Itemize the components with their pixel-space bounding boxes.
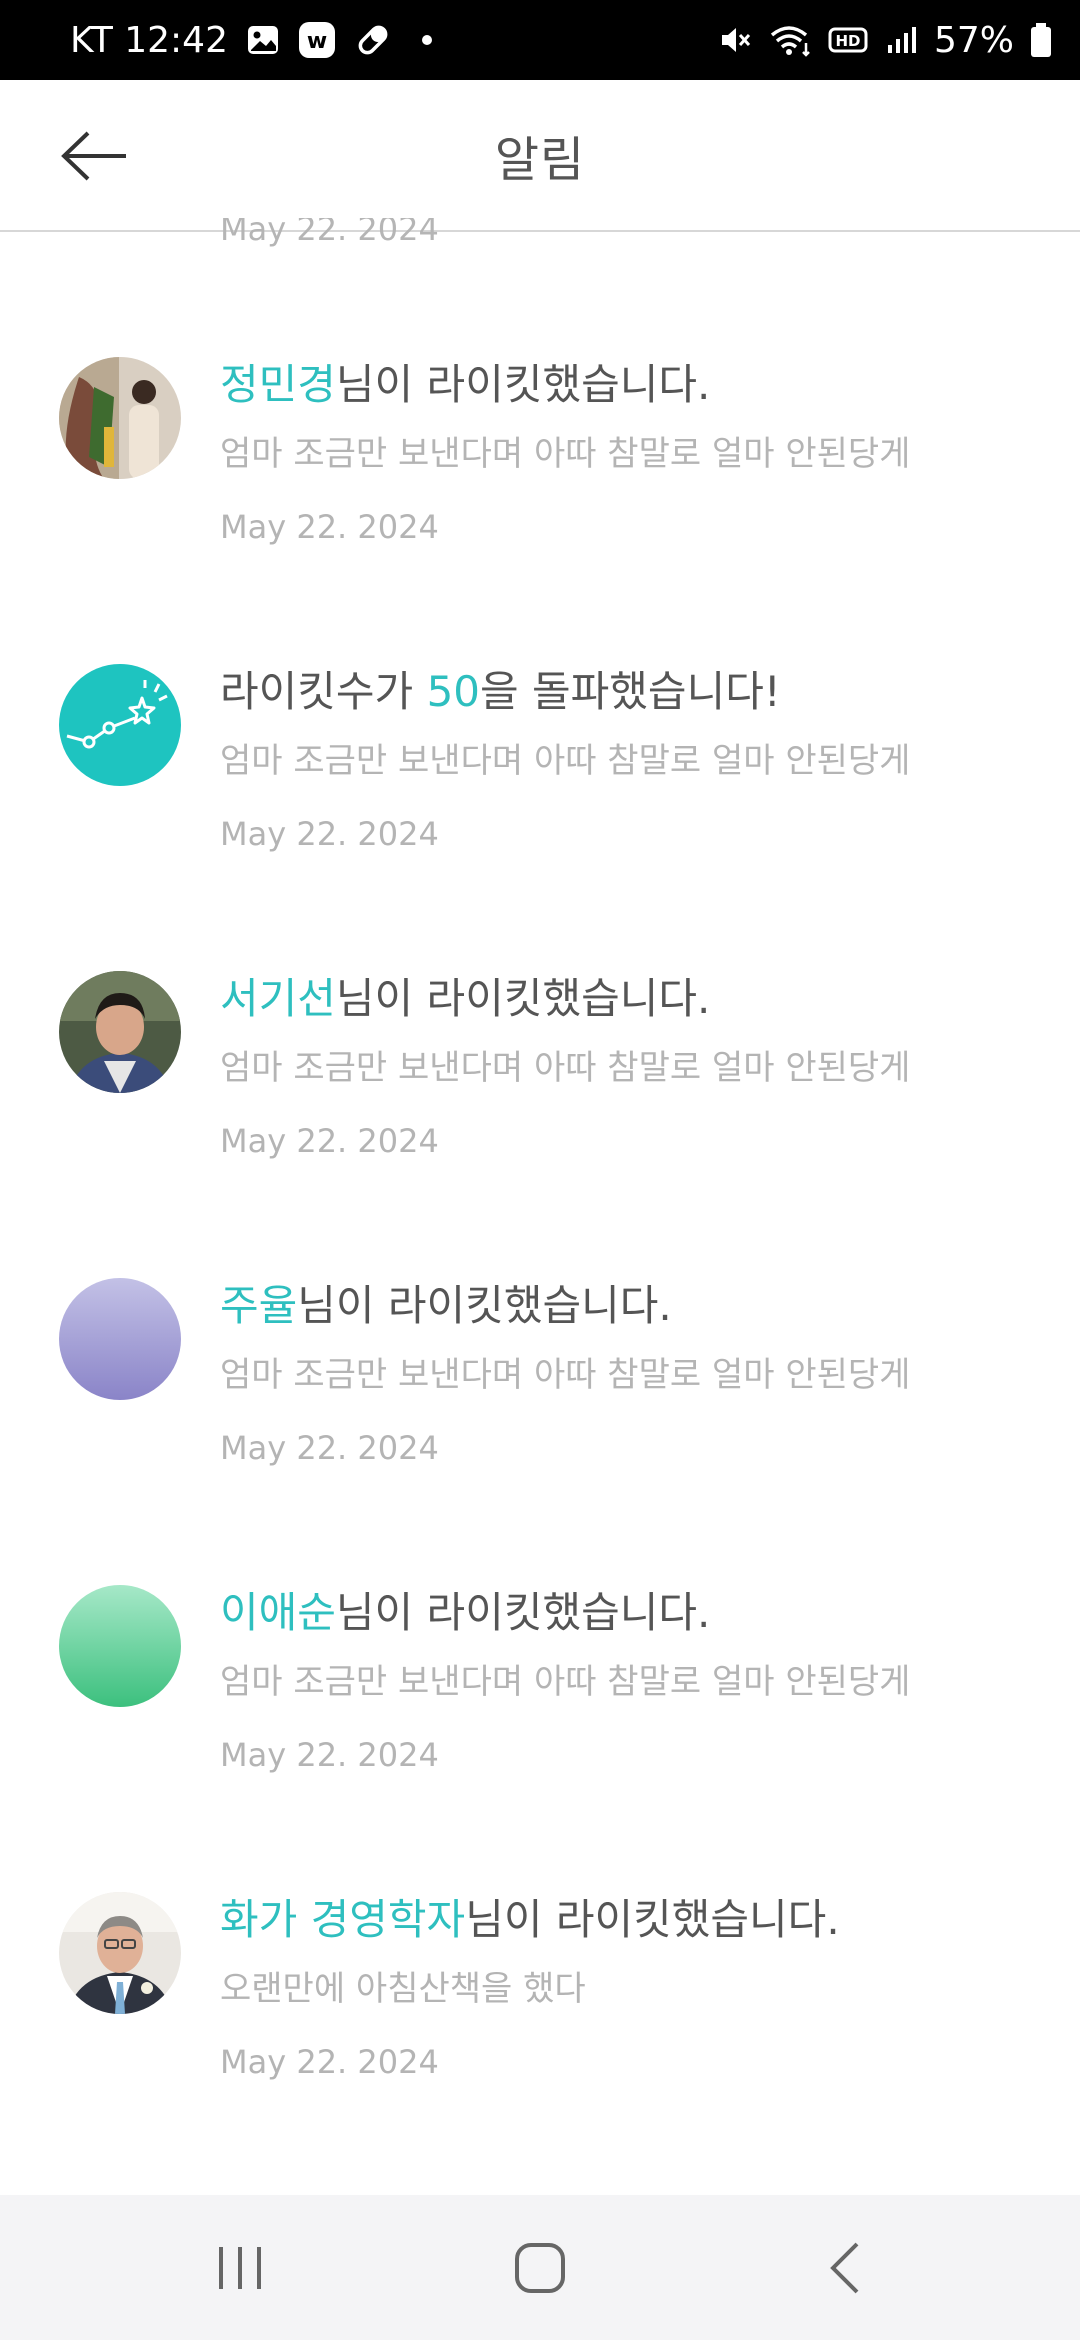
system-nav-bar [0,2195,1080,2340]
carrier-time: KT 12:42 [70,19,228,61]
notification-message: 님이 라이킷했습니다. [335,360,711,409]
post-preview: 엄마 조금만 보낸다며 아따 참말로 얼마 안된당게 [220,1048,911,1088]
wifi-icon [768,23,812,57]
recent-apps-icon [219,2246,261,2289]
notification-date: May 22. 2024 [220,1429,439,1467]
user-name[interactable]: 서기선 [220,974,336,1023]
notification-item[interactable]: 화가 경영학자님이 라이킷했습니다. 오랜만에 아침산책을 했다 May 22.… [0,1892,1080,2192]
notification-date: May 22. 2024 [220,815,439,853]
avatar [59,1892,181,2014]
user-name[interactable]: 이애순 [220,1588,336,1637]
notification-item[interactable]: 정민경님이 라이킷했습니다. 엄마 조금만 보낸다며 아따 참말로 얼마 안된당… [0,357,1080,657]
signal-icon [884,23,918,57]
pill-icon [354,21,392,59]
like-count: 50 [426,667,481,716]
notification-title: 이애순님이 라이킷했습니다. [220,1585,1040,1641]
post-preview: 엄마 조금만 보낸다며 아따 참말로 얼마 안된당게 [220,741,911,781]
notification-message: 님이 라이킷했습니다. [335,1588,711,1637]
avatar [59,971,181,1093]
svg-text:HD: HD [835,32,860,50]
notification-title: 주율님이 라이킷했습니다. [220,1278,1040,1334]
post-preview: 오랜만에 아침산책을 했다 [220,1969,586,2009]
w-app-icon: w [298,21,336,59]
avatar [59,1585,181,1707]
status-left: KT 12:42 w [70,0,432,80]
home-icon [515,2242,565,2293]
notification-item[interactable]: 라이킷수가 50을 돌파했습니다! 엄마 조금만 보낸다며 아따 참말로 얼마 … [0,664,1080,964]
notification-message: 님이 라이킷했습니다. [297,1281,672,1330]
mute-icon [718,23,752,57]
user-name[interactable]: 정민경 [220,360,336,409]
svg-text:w: w [307,29,327,54]
notification-item[interactable]: 이애순님이 라이킷했습니다. 엄마 조금만 보낸다며 아따 참말로 얼마 안된당… [0,1585,1080,1885]
avatar [59,1278,181,1400]
status-bar: KT 12:42 w HD 57% [0,0,1080,80]
page-title: 알림 [494,132,586,188]
user-name[interactable]: 주율 [220,1281,297,1330]
hd-icon: HD [828,23,868,57]
battery-icon [1030,22,1052,58]
notification-title: 서기선님이 라이킷했습니다. [220,971,1040,1027]
recent-apps-button[interactable] [160,2195,320,2340]
system-back-button[interactable] [765,2195,925,2340]
chart-star-icon [59,664,181,786]
notification-date: May 22. 2024 [220,1736,439,1774]
notification-message: 님이 라이킷했습니다. [465,1895,840,1944]
gallery-icon [246,23,280,57]
notification-message: 님이 라이킷했습니다. [335,974,711,1023]
notification-item[interactable]: 서기선님이 라이킷했습니다. 엄마 조금만 보낸다며 아따 참말로 얼마 안된당… [0,971,1080,1271]
back-icon [830,2242,859,2293]
status-right: HD 57% [718,0,1052,80]
post-preview: 엄마 조금만 보낸다며 아따 참말로 얼마 안된당게 [220,1662,911,1702]
notification-dot [422,35,432,45]
back-arrow-icon [61,131,126,181]
home-button[interactable] [460,2195,620,2340]
notification-message: 을 돌파했습니다! [480,667,781,716]
notification-title: 화가 경영학자님이 라이킷했습니다. [220,1892,1040,1948]
user-name[interactable]: 화가 경영학자 [220,1895,465,1944]
battery-percent: 57% [933,19,1014,61]
app-header: 알림 [0,80,1080,232]
notification-date: May 22. 2024 [220,1122,439,1160]
notification-prefix: 라이킷수가 [220,667,427,716]
notification-item[interactable]: 주율님이 라이킷했습니다. 엄마 조금만 보낸다며 아따 참말로 얼마 안된당게… [0,1278,1080,1578]
notification-title: 정민경님이 라이킷했습니다. [220,357,1040,413]
notification-date: May 22. 2024 [220,2043,439,2081]
avatar [59,357,181,479]
back-button[interactable] [58,124,130,188]
notification-date: May 22. 2024 [220,508,439,546]
post-preview: 엄마 조금만 보낸다며 아따 참말로 얼마 안된당게 [220,1355,911,1395]
notification-title: 라이킷수가 50을 돌파했습니다! [220,664,1040,720]
post-preview: 엄마 조금만 보낸다며 아따 참말로 얼마 안된당게 [220,434,911,474]
